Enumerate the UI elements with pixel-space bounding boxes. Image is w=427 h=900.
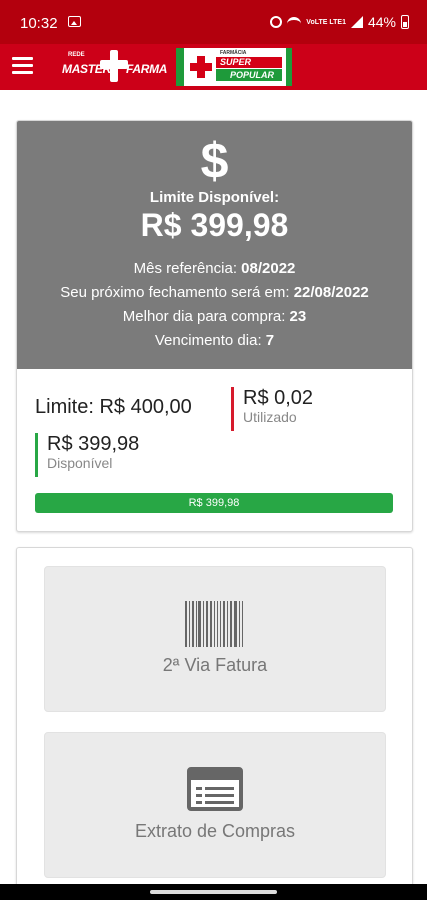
system-nav-bar <box>0 884 427 900</box>
master-farma-logo: REDE MASTER FARMA <box>60 50 168 82</box>
available-limit-amount: R$ 399,98 <box>140 207 289 243</box>
used-block: R$ 0,02 Utilizado <box>231 387 313 431</box>
home-gesture-handle[interactable] <box>150 890 277 894</box>
super-popular-logo: FARMÁCIA SUPER POPULAR <box>176 48 292 86</box>
signal-icon <box>350 16 363 28</box>
extrato-compras-label: Extrato de Compras <box>134 821 296 841</box>
alarm-icon <box>270 16 283 28</box>
next-closing-date: Seu próximo fechamento será em: 22/08/20… <box>60 284 369 301</box>
plus-icon <box>190 56 212 78</box>
status-icons: VoLTE LTE1 44% <box>270 14 409 30</box>
logo-farmacia-text: FARMÁCIA <box>220 50 247 56</box>
cross-icon <box>100 50 128 82</box>
best-purchase-day: Melhor dia para compra: 23 <box>122 308 307 325</box>
volte-icon: VoLTE LTE1 <box>306 18 346 26</box>
battery-percent: 44% <box>367 14 396 30</box>
dollar-icon: $ <box>200 133 229 189</box>
limit-header: $ Limite Disponível: R$ 399,98 Mês refer… <box>17 121 412 369</box>
limit-card: $ Limite Disponível: R$ 399,98 Mês refer… <box>16 120 413 532</box>
due-day: Vencimento dia: 7 <box>154 332 275 349</box>
wifi-icon <box>287 17 302 27</box>
list-icon <box>187 767 243 811</box>
battery-icon <box>401 15 409 29</box>
hamburger-menu-icon[interactable] <box>12 57 33 75</box>
available-label: Disponível <box>47 455 113 471</box>
used-label: Utilizado <box>243 409 297 425</box>
gallery-icon <box>68 16 81 27</box>
limit-progress-fill: R$ 399,98 <box>35 493 393 513</box>
limit-progress-bar: R$ 399,98 <box>35 493 393 513</box>
segunda-via-fatura-label: 2ª Via Fatura <box>162 655 268 675</box>
extrato-compras-button[interactable]: Extrato de Compras <box>44 732 386 878</box>
actions-card: 2ª Via Fatura Extrato de Compras <box>16 547 413 892</box>
status-bar: 10:32 VoLTE LTE1 44% <box>0 0 427 44</box>
logo-super-text: SUPER <box>216 57 282 68</box>
barcode-icon <box>185 601 244 647</box>
used-value: R$ 0,02 <box>243 387 314 409</box>
limit-total: Limite: R$ 400,00 <box>35 396 192 418</box>
available-value: R$ 399,98 <box>47 433 140 455</box>
available-block: R$ 399,98 Disponível <box>35 433 139 477</box>
logo-farma-text: FARMA <box>126 62 168 76</box>
logo-rede-text: REDE <box>68 52 85 58</box>
status-time: 10:32 <box>20 15 58 32</box>
logo-popular-text: POPULAR <box>216 69 282 81</box>
segunda-via-fatura-button[interactable]: 2ª Via Fatura <box>44 566 386 712</box>
reference-month: Mês referência: 08/2022 <box>133 260 296 277</box>
app-bar: REDE MASTER FARMA FARMÁCIA SUPER POPULAR <box>0 44 427 90</box>
available-limit-label: Limite Disponível: <box>149 189 280 206</box>
